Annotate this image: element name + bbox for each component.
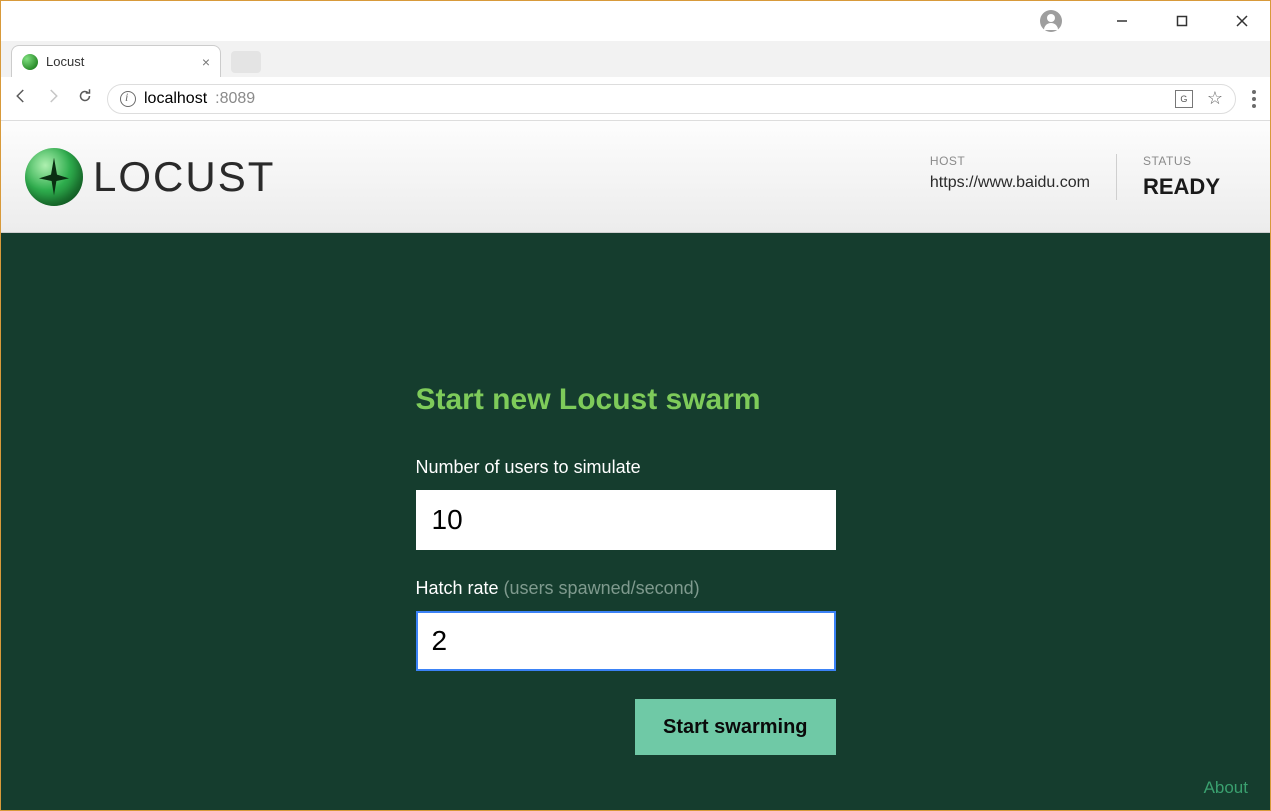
nav-back-icon[interactable] [11, 87, 31, 110]
tab-favicon [22, 54, 38, 70]
form-title: Start new Locust swarm [416, 383, 856, 417]
app-header: LOCUST HOST https://www.baidu.com STATUS… [1, 121, 1270, 233]
window-minimize-button[interactable] [1102, 6, 1142, 36]
window-maximize-button[interactable] [1162, 6, 1202, 36]
header-status-value: READY [1143, 174, 1220, 200]
header-status-block: STATUS READY [1116, 154, 1246, 200]
app-main: Start new Locust swarm Number of users t… [1, 233, 1270, 810]
browser-tab-active[interactable]: Locust × [11, 45, 221, 77]
app-brand-text: LOCUST [93, 153, 275, 201]
translate-icon[interactable]: G [1175, 90, 1193, 108]
tab-title: Locust [46, 54, 194, 69]
header-host-label: HOST [930, 154, 1090, 168]
hatch-field: Hatch rate (users spawned/second) [416, 578, 856, 671]
chrome-profile-icon[interactable] [1040, 10, 1062, 32]
header-host-value: https://www.baidu.com [930, 174, 1090, 192]
bookmark-star-icon[interactable]: ☆ [1207, 88, 1223, 109]
app-logo: LOCUST [25, 148, 275, 206]
swarm-form: Start new Locust swarm Number of users t… [416, 383, 856, 810]
nav-reload-icon[interactable] [75, 87, 95, 110]
hatch-label-text: Hatch rate [416, 578, 504, 598]
users-field: Number of users to simulate [416, 457, 856, 550]
address-bar[interactable]: localhost :8089 G ☆ [107, 84, 1236, 114]
new-tab-button[interactable] [231, 51, 261, 73]
site-info-icon[interactable] [120, 91, 136, 107]
header-status-label: STATUS [1143, 154, 1220, 168]
tab-close-icon[interactable]: × [202, 54, 210, 70]
browser-toolbar: localhost :8089 G ☆ [1, 77, 1270, 121]
hatch-label: Hatch rate (users spawned/second) [416, 578, 856, 599]
about-link[interactable]: About [1204, 778, 1248, 798]
users-label: Number of users to simulate [416, 457, 856, 478]
url-port: :8089 [215, 90, 255, 108]
hatch-input[interactable] [416, 611, 836, 671]
locust-logo-icon [25, 148, 83, 206]
browser-menu-icon[interactable] [1248, 90, 1260, 108]
hatch-label-hint: (users spawned/second) [504, 578, 700, 598]
nav-forward-icon [43, 87, 63, 110]
start-swarming-button[interactable]: Start swarming [635, 699, 835, 755]
header-host-block: HOST https://www.baidu.com [904, 154, 1116, 192]
url-host: localhost [144, 90, 207, 108]
browser-tabstrip: Locust × [1, 41, 1270, 77]
os-titlebar [1, 1, 1270, 41]
window-close-button[interactable] [1222, 6, 1262, 36]
users-input[interactable] [416, 490, 836, 550]
